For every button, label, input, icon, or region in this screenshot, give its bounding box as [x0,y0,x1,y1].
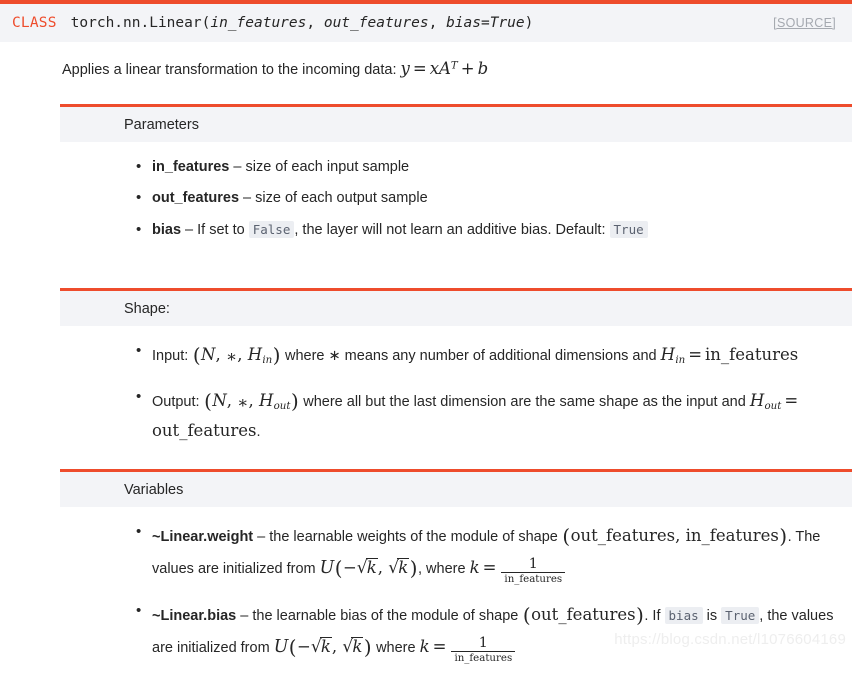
signature-module-path: torch.nn.Linear( [70,15,211,31]
class-keyword-label: CLASS [12,15,57,31]
shape-output-label: Output: [152,394,204,411]
list-item: bias – If set to False, the layer will n… [136,218,844,243]
shape-output-value: out_features [152,421,257,441]
param-desc-out-features: – size of each output sample [239,190,428,207]
section-body-parameters: in_features – size of each input sample … [60,142,852,243]
variable-weight-desc-before: – the learnable weights of the module of… [253,529,562,546]
list-item: ~Linear.weight – the learnable weights o… [136,520,844,586]
param-desc-bias-before: – If set to [181,221,249,238]
watermark-text: https://blog.csdn.net/l1076604169 [614,631,846,648]
variable-weight-distribution: U(−k, k) [320,554,418,581]
variable-bias-desc-mid: . If [644,608,665,625]
intro-text: Applies a linear transformation to the i… [62,62,401,78]
section-shape: Shape: Input: (N, ∗, Hin) where ∗ means … [60,288,852,459]
signature-close-paren: ) [524,15,534,31]
code-literal-true-bias: True [721,607,760,625]
list-item: Output: (N, ∗, Hout) where all but the l… [136,385,844,445]
shape-output-equation: Hout = [749,391,799,413]
variable-name-bias: ~Linear.bias [152,608,237,625]
shape-output-mid: where all but the last dimension are the… [299,394,750,411]
signature-sep-2: , [428,15,447,31]
shape-input-equation: Hin = in_features [660,345,799,367]
intro-paragraph: Applies a linear transformation to the i… [62,57,488,82]
code-literal-true: True [609,220,648,238]
section-parameters: Parameters in_features – size of each in… [60,104,852,250]
class-signature-header: CLASS torch.nn.Linear(in_features, out_f… [0,4,852,42]
shape-input-label: Input: [152,348,193,365]
signature-sep-1: , [306,15,324,31]
shape-input-tuple: (N, ∗, Hin) [192,344,281,367]
shape-output-period: . [256,424,261,441]
parameters-list: in_features – size of each input sample … [60,155,852,243]
list-item: Input: (N, ∗, Hin) where ∗ means any num… [136,339,844,372]
list-item: in_features – size of each input sample [136,155,844,180]
param-desc-bias-mid: , the layer will not learn an additive b… [294,221,610,238]
code-literal-bias: bias [664,607,703,625]
signature-param-out-features: out_features [323,15,429,31]
variable-bias-distribution: U(−k, k) [274,633,372,660]
variable-name-weight: ~Linear.weight [152,529,254,546]
variable-bias-k-equation: k = 1 in_features [420,635,518,664]
list-item: out_features – size of each output sampl… [136,186,844,211]
section-title-variables: Variables [60,472,852,507]
section-body-shape: Input: (N, ∗, Hin) where ∗ means any num… [60,326,852,445]
signature-param-in-features: in_features [210,15,307,31]
code-literal-false: False [248,220,295,238]
section-title-shape: Shape: [60,291,852,326]
param-name-bias: bias [152,221,182,238]
param-desc-in-features: – size of each input sample [229,159,410,175]
shape-input-mid: where ∗ means any number of additional d… [280,348,661,365]
section-title-parameters: Parameters [60,107,852,142]
variable-bias-desc-before: – the learnable bias of the module of sh… [236,608,523,625]
class-signature-text: torch.nn.Linear(in_features, out_feature… [71,15,534,31]
variable-weight-k-equation: k = 1 in_features [470,556,568,585]
intro-formula: y = xAT + b [400,59,489,78]
variable-bias-desc-where: where [372,640,420,657]
shape-list: Input: (N, ∗, Hin) where ∗ means any num… [60,339,852,445]
variable-weight-shape: (out_features, in_features) [562,525,788,548]
variable-bias-shape: (out_features) [522,604,644,628]
shape-output-tuple: (N, ∗, Hout) [204,390,299,414]
source-link[interactable]: [SOURCE] [773,16,836,30]
param-name-in-features: in_features [152,159,230,175]
variable-weight-desc-after: , where [418,561,470,578]
param-name-out-features: out_features [152,190,240,207]
signature-param-bias: bias=True [446,15,525,31]
variable-bias-desc-is: is [702,608,722,625]
